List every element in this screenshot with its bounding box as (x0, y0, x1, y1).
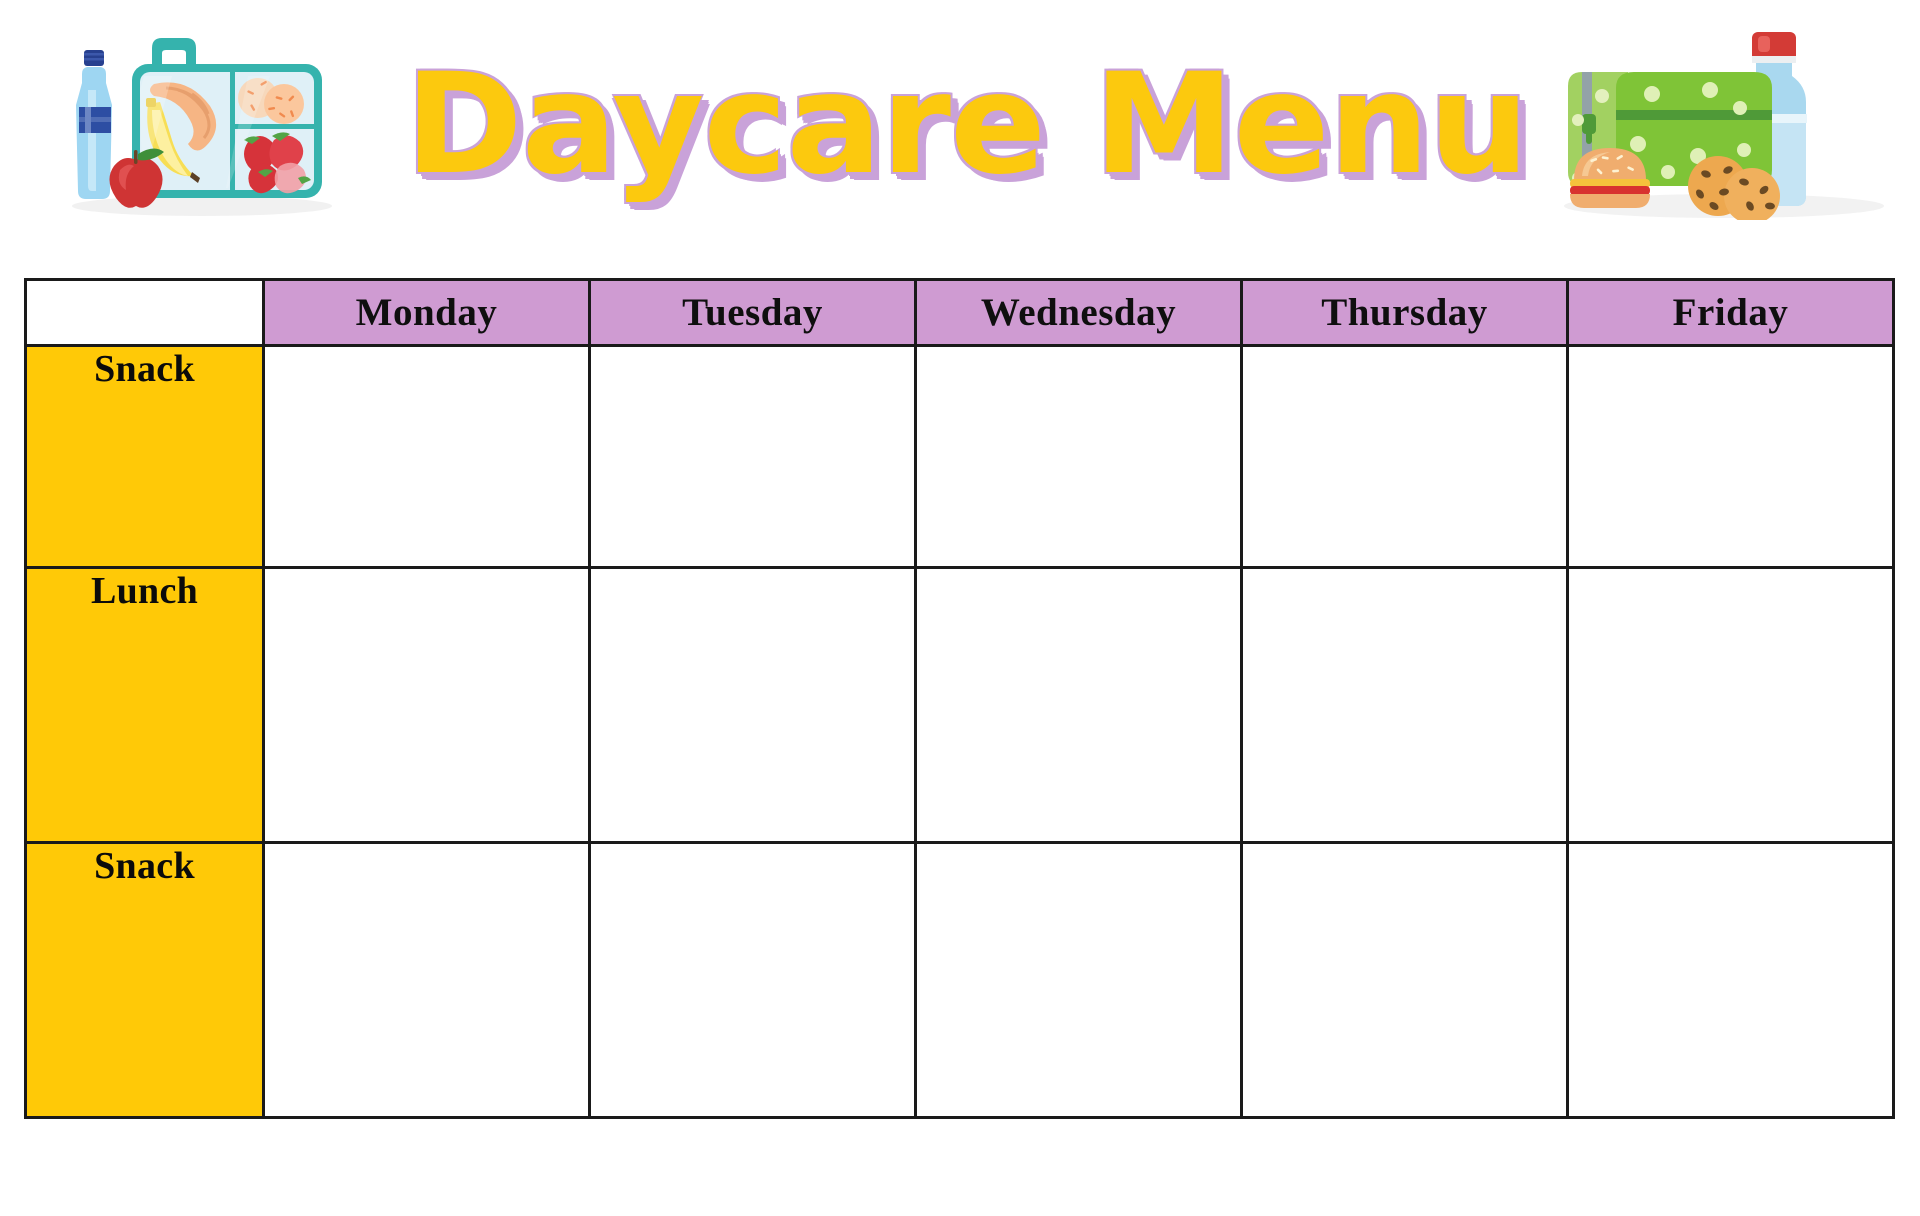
menu-cell-lunch-friday[interactable] (1566, 566, 1895, 844)
menu-cell-snack-afternoon-thursday[interactable] (1240, 841, 1569, 1119)
lunchbox-illustration-left (52, 18, 352, 218)
column-header-friday: Friday (1566, 278, 1895, 347)
menu-cell-lunch-monday[interactable] (262, 566, 591, 844)
menu-cell-snack-afternoon-friday[interactable] (1566, 841, 1895, 1119)
table-body: Snack Lunch Snack (24, 344, 1895, 1119)
menu-cell-snack-morning-thursday[interactable] (1240, 344, 1569, 569)
menu-cell-snack-morning-monday[interactable] (262, 344, 591, 569)
column-header-monday: Monday (262, 278, 591, 347)
header-band: Daycare Menu (0, 0, 1920, 232)
lunch-bag-illustration-right (1540, 10, 1908, 220)
menu-cell-lunch-thursday[interactable] (1240, 566, 1569, 844)
table-header-row: Monday Tuesday Wednesday Thursday Friday (24, 278, 1895, 347)
burger-icon (1570, 148, 1650, 208)
weekly-menu-table: Monday Tuesday Wednesday Thursday Friday… (24, 278, 1895, 1119)
menu-cell-lunch-wednesday[interactable] (914, 566, 1243, 844)
menu-cell-snack-morning-friday[interactable] (1566, 344, 1895, 569)
menu-cell-snack-afternoon-wednesday[interactable] (914, 841, 1243, 1119)
meal-label-lunch: Lunch (24, 566, 265, 844)
menu-cell-lunch-tuesday[interactable] (588, 566, 917, 844)
menu-cell-snack-afternoon-monday[interactable] (262, 841, 591, 1119)
column-header-tuesday: Tuesday (588, 278, 917, 347)
table-row-snack-morning: Snack (24, 344, 1895, 569)
table-corner-cell (24, 278, 265, 347)
column-header-thursday: Thursday (1240, 278, 1569, 347)
meal-label-snack-morning: Snack (24, 344, 265, 569)
water-bottle-icon (76, 50, 112, 199)
menu-cell-snack-morning-tuesday[interactable] (588, 344, 917, 569)
meal-label-snack-afternoon: Snack (24, 841, 265, 1119)
table-row-lunch: Lunch (24, 566, 1895, 844)
menu-cell-snack-morning-wednesday[interactable] (914, 344, 1243, 569)
column-header-wednesday: Wednesday (914, 278, 1243, 347)
table-header: Monday Tuesday Wednesday Thursday Friday (24, 278, 1895, 347)
menu-cell-snack-afternoon-tuesday[interactable] (588, 841, 917, 1119)
page-title: Daycare Menu (405, 43, 1529, 205)
table-row-snack-afternoon: Snack (24, 841, 1895, 1119)
